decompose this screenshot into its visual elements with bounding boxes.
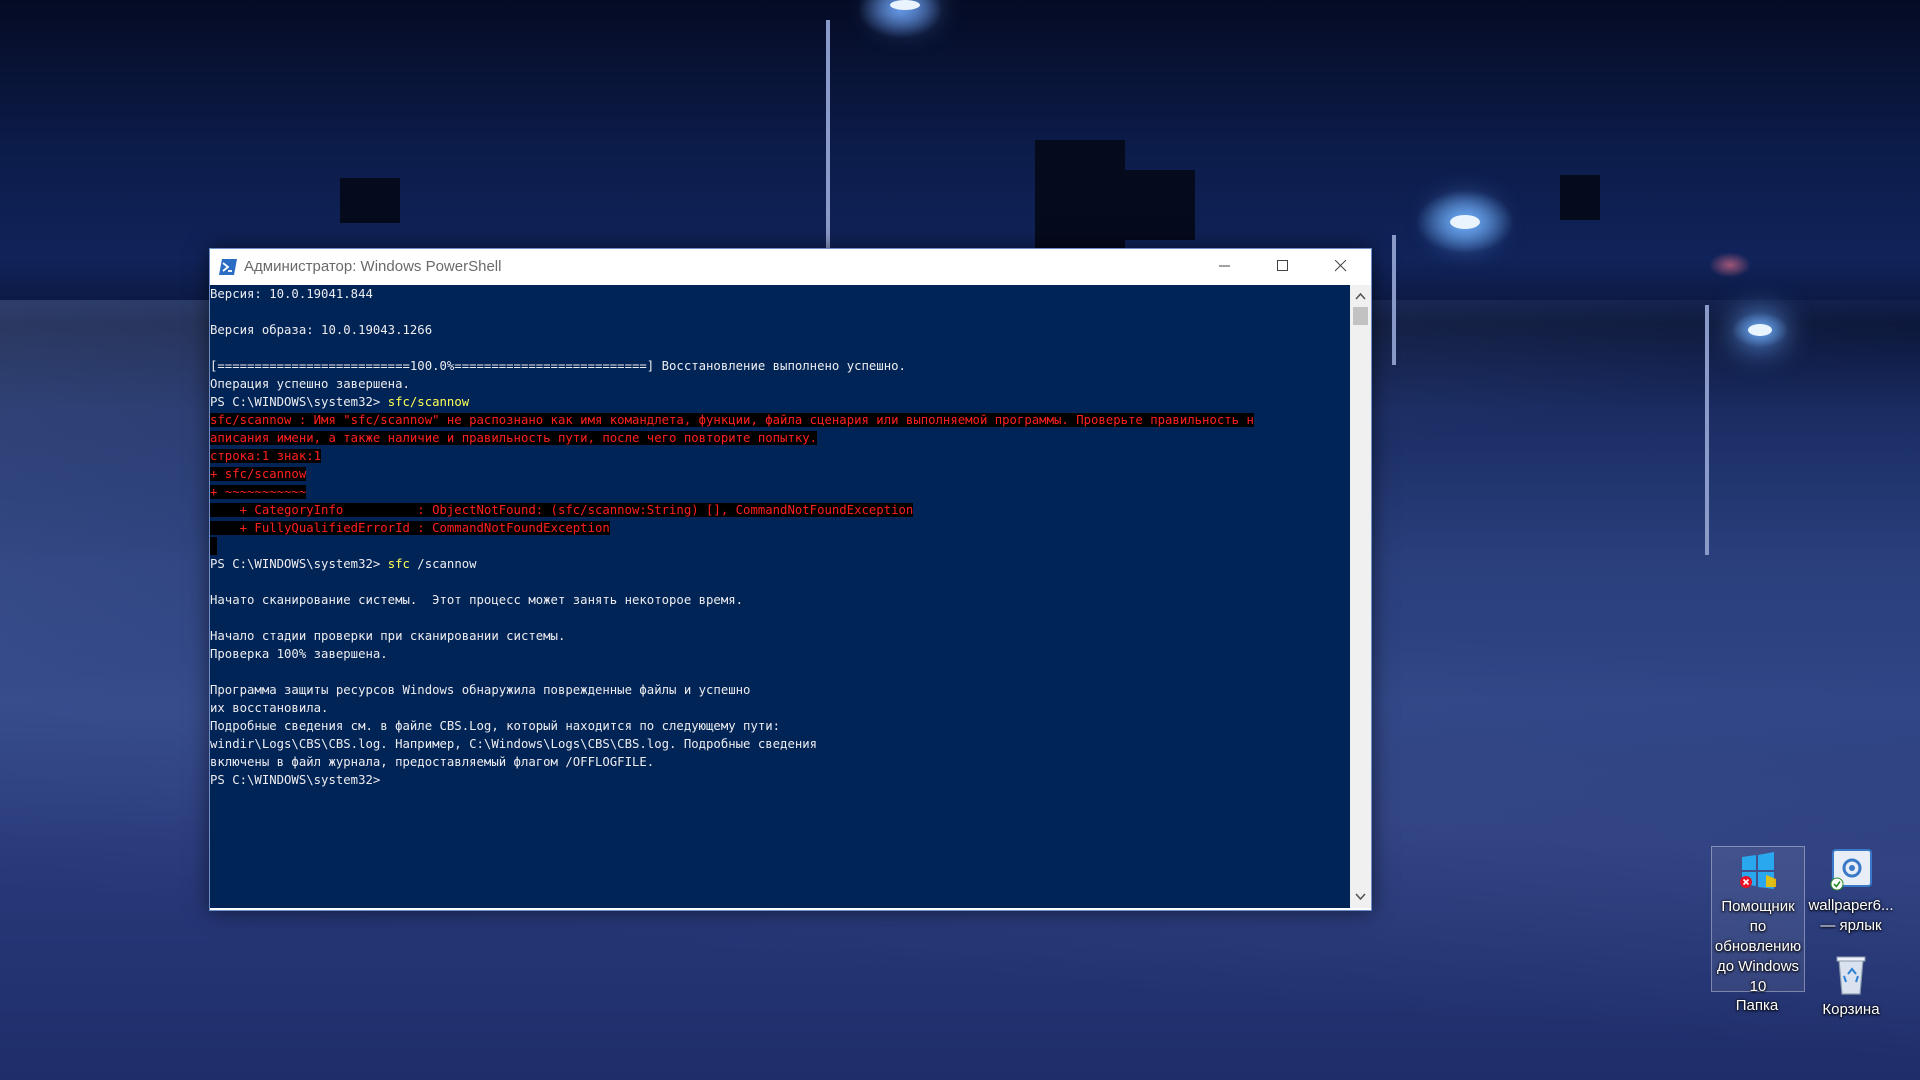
close-button[interactable] [1313, 249, 1371, 283]
desktop-icon-update-assistant[interactable]: Помощник по обновлению до Windows 10 [1711, 846, 1805, 995]
desktop-icon-label: Папка [1735, 997, 1779, 1014]
wallpaper-engine-icon [1829, 848, 1873, 892]
console-error-text: + ~~~~~~~~~~~ [210, 485, 307, 499]
minimize-button[interactable] [1197, 249, 1255, 283]
console-command: sfc [387, 557, 410, 571]
console-line: аписания имени, а также наличие и правил… [210, 429, 1254, 447]
console-line: Версия: 10.0.19041.844 [210, 287, 373, 301]
wallpaper-street-pole [826, 20, 830, 250]
console-line: [==========================100.0%=======… [210, 359, 906, 373]
vertical-scrollbar[interactable] [1350, 285, 1371, 908]
wallpaper-building [1035, 140, 1125, 250]
desktop-icon-label: wallpaper6... — ярлык [1808, 897, 1894, 934]
wallpaper-street-lamp [1748, 324, 1772, 336]
console-prompt: PS C:\WINDOWS\system32> [210, 557, 388, 571]
close-icon [1335, 260, 1347, 272]
minimize-icon [1219, 265, 1230, 267]
console-line: + sfc/scannow [210, 465, 1254, 483]
console-error-text: строка:1 знак:1 [210, 449, 322, 463]
powershell-icon [219, 259, 237, 275]
console-line: их восстановила. [210, 701, 329, 715]
console-line: Начато сканирование системы. Этот процес… [210, 593, 744, 607]
maximize-icon [1277, 260, 1288, 271]
console-line: PS C:\WINDOWS\system32> sfc/scannow [210, 393, 1254, 411]
desktop-icon-label: Корзина [1822, 1001, 1880, 1018]
wallpaper-building [1125, 170, 1195, 240]
wallpaper-street-pole [1705, 305, 1709, 555]
console-line: Операция успешно завершена. [210, 377, 410, 391]
console-line: + FullyQualifiedErrorId : CommandNotFoun… [210, 519, 1254, 537]
console-line: строка:1 знак:1 [210, 447, 1254, 465]
console-output[interactable]: Версия: 10.0.19041.844 Версия образа: 10.… [210, 285, 1350, 908]
console-line: Версия образа: 10.0.19043.1266 [210, 323, 433, 337]
console-line: PS C:\WINDOWS\system32> sfc /scannow [210, 555, 1254, 573]
console-line: Проверка 100% завершена. [210, 647, 388, 661]
console-line: PS C:\WINDOWS\system32> [210, 773, 381, 787]
console-error-text: + sfc/scannow [210, 467, 307, 481]
powershell-window[interactable]: Администратор: Windows PowerShell Версия… [209, 248, 1372, 911]
windows-logo-icon [1736, 849, 1780, 893]
console-line: включены в файл журнала, предоставляемый… [210, 755, 655, 769]
console-prompt: PS C:\WINDOWS\system32> [210, 395, 388, 409]
console-line: + CategoryInfo : ObjectNotFound: (sfc/sc… [210, 501, 1254, 519]
wallpaper-street-pole [1392, 235, 1396, 365]
window-title: Администратор: Windows PowerShell [244, 258, 502, 275]
wallpaper-building [1560, 175, 1600, 220]
desktop-icon-recycle-bin[interactable]: Корзина [1805, 952, 1897, 1020]
console-error-text: + CategoryInfo : ObjectNotFound: (sfc/sc… [210, 503, 914, 517]
console-error-text: + FullyQualifiedErrorId : CommandNotFoun… [210, 521, 610, 535]
scroll-thumb[interactable] [1353, 307, 1368, 325]
console-error-spacer [210, 537, 217, 555]
wallpaper-building [340, 178, 400, 223]
console-line: + ~~~~~~~~~~~ [210, 483, 1254, 501]
console-line: Начало стадии проверки при сканировании … [210, 629, 566, 643]
scroll-up-icon[interactable] [1354, 290, 1367, 303]
console-line [210, 537, 1254, 555]
console-line: sfc/scannow : Имя "sfc/scannow" не распо… [210, 411, 1254, 429]
wallpaper-street-lamp [1450, 215, 1480, 229]
desktop-icon-label: Помощник по обновлению до Windows 10 [1714, 898, 1802, 995]
console-command: sfc/scannow [387, 395, 470, 409]
console-lines: Версия: 10.0.19041.844 Версия образа: 10.… [210, 285, 1254, 789]
desktop-icon-wallpaper-shortcut[interactable]: wallpaper6... — ярлык [1805, 848, 1897, 936]
title-bar[interactable]: Администратор: Windows PowerShell [210, 249, 1371, 285]
console-line: Подробные сведения см. в файле CBS.Log, … [210, 719, 781, 733]
console-line: Программа защиты ресурсов Windows обнару… [210, 683, 751, 697]
maximize-button[interactable] [1255, 249, 1313, 283]
console-line: windir\Logs\CBS\CBS.log. Например, C:\Wi… [210, 737, 818, 751]
wallpaper-street-lamp [890, 0, 920, 10]
console-error-text: sfc/scannow : Имя "sfc/scannow" не распо… [210, 413, 1254, 427]
recycle-bin-icon [1829, 952, 1873, 996]
scroll-down-icon[interactable] [1354, 890, 1367, 903]
console-command-args: /scannow [409, 557, 477, 571]
console-error-text: аписания имени, а также наличие и правил… [210, 431, 818, 445]
desktop-icon-folder[interactable]: Папка [1711, 996, 1803, 1016]
